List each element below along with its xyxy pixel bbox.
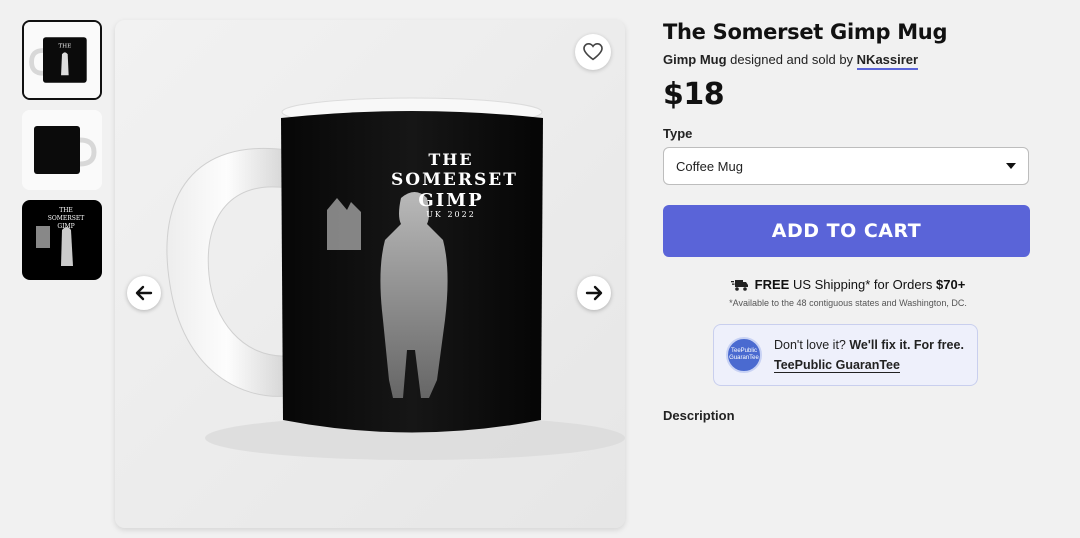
description-heading: Description (663, 408, 735, 423)
thumbnail-mug-back[interactable] (22, 110, 102, 190)
product-byline: Gimp Mug designed and sold by NKassirer (663, 52, 1033, 70)
add-to-cart-button[interactable]: ADD TO CART (663, 205, 1030, 257)
artist-link[interactable]: NKassirer (856, 52, 919, 70)
arrow-left-icon (135, 285, 153, 301)
arrow-right-icon (585, 285, 603, 301)
heart-icon (583, 43, 603, 61)
previous-image-button[interactable] (127, 276, 161, 310)
mug-print-line-4: UK 2022 (426, 210, 476, 219)
designed-by-text: designed and sold by (730, 52, 854, 67)
thumbnail-mug-front[interactable]: THE (22, 20, 102, 100)
svg-text:THE: THE (59, 207, 73, 214)
shipping-note: *Available to the 48 contiguous states a… (729, 298, 967, 308)
guarantee-seal-icon: TeePublic GuaranTee (726, 337, 762, 373)
product-page: THE THE SOMERSET GIMP THE SOMERSET GIMP … (0, 0, 1080, 538)
guarantee-question: Don't love it? (774, 338, 846, 352)
guarantee-link[interactable]: TeePublic GuaranTee (774, 358, 900, 373)
svg-text:THE: THE (58, 44, 71, 50)
shipping-free: FREE (754, 277, 790, 292)
truck-icon (730, 279, 748, 291)
product-type-name[interactable]: Gimp Mug (663, 52, 727, 67)
mug-print-line-1: THE (428, 150, 474, 169)
guarantee-box: TeePublic GuaranTee Don't love it? We'll… (713, 324, 978, 386)
favorite-button[interactable] (575, 34, 611, 70)
mug-illustration (115, 20, 625, 528)
product-info: The Somerset Gimp Mug Gimp Mug designed … (663, 20, 1033, 423)
svg-text:SOMERSET: SOMERSET (48, 215, 85, 222)
caret-down-icon (1006, 163, 1016, 169)
mug-print-line-3: GIMP (418, 190, 484, 211)
type-select[interactable]: Coffee Mug (663, 147, 1029, 185)
shipping-info: FREE US Shipping* for Orders $70+ (663, 277, 1033, 292)
next-image-button[interactable] (577, 276, 611, 310)
guarantee-promise: We'll fix it. For free. (849, 338, 964, 352)
type-label: Type (663, 126, 693, 141)
product-title: The Somerset Gimp Mug (663, 20, 948, 44)
thumbnail-list: THE THE SOMERSET GIMP (22, 20, 104, 290)
product-image: THE SOMERSET GIMP UK 2022 (115, 20, 625, 528)
shipping-threshold: $70+ (936, 277, 966, 292)
type-select-value: Coffee Mug (676, 158, 743, 174)
thumbnail-design[interactable]: THE SOMERSET GIMP (22, 200, 102, 280)
mug-print-line-2: SOMERSET (391, 170, 518, 190)
product-price: $18 (663, 77, 725, 112)
shipping-text: US Shipping* for Orders (792, 277, 933, 292)
